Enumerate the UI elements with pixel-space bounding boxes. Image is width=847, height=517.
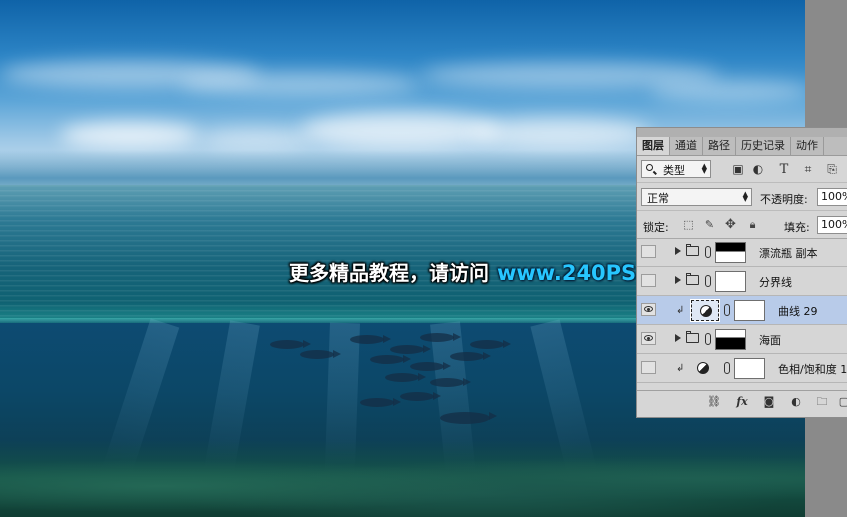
- layer-name[interactable]: 漂流瓶 副本: [759, 245, 818, 261]
- layer-name[interactable]: 曲线 29: [778, 303, 818, 319]
- tab-paths[interactable]: 路径: [703, 137, 736, 155]
- fish: [385, 373, 426, 382]
- layer-mask-thumbnail[interactable]: [734, 358, 765, 379]
- blend-row: 正常 ▲▼ 不透明度: 100%: [637, 184, 847, 211]
- blend-mode-value: 正常: [647, 192, 669, 205]
- hue-saturation-adjustment-icon: [697, 362, 709, 374]
- eye-icon: [644, 306, 653, 312]
- layer-row[interactable]: 海面: [637, 325, 847, 354]
- expand-triangle-icon[interactable]: [675, 334, 681, 342]
- fish: [270, 340, 311, 349]
- cloud: [60, 122, 200, 148]
- chain-link-icon[interactable]: [705, 246, 711, 258]
- visibility-toggle[interactable]: [641, 303, 656, 316]
- filter-kind-select[interactable]: 类型 ▲ ▼: [641, 160, 711, 178]
- chain-link-icon[interactable]: [705, 275, 711, 287]
- layer-name[interactable]: 海面: [759, 332, 781, 348]
- fish: [420, 333, 461, 342]
- lock-transparent-icon[interactable]: ⬚: [682, 218, 695, 231]
- tab-history[interactable]: 历史记录: [736, 137, 791, 155]
- lock-move-icon[interactable]: ✥: [724, 218, 737, 231]
- layer-mask-thumbnail[interactable]: [715, 242, 746, 263]
- lock-brush-icon[interactable]: ✎: [703, 218, 716, 231]
- layer-row[interactable]: 漂流瓶 副本: [637, 238, 847, 267]
- cloud: [200, 128, 310, 150]
- layer-row[interactable]: ↲ 色相/饱和度 1: [637, 354, 847, 383]
- curves-adjustment-icon: [700, 305, 712, 317]
- panel-tabs: 图层 通道 路径 历史记录 动作: [637, 137, 847, 156]
- folder-icon[interactable]: 🗀︎: [815, 395, 829, 408]
- fish: [370, 355, 411, 364]
- layer-mask-thumbnail[interactable]: [715, 329, 746, 350]
- adjustment-thumbnail[interactable]: [690, 299, 720, 322]
- visibility-toggle[interactable]: [641, 361, 656, 374]
- clipping-arrow-icon: ↲: [676, 305, 685, 316]
- fish: [400, 392, 441, 401]
- panel-grip[interactable]: [637, 128, 847, 137]
- watermark-text: 更多精品教程，请访问: [289, 261, 489, 285]
- expand-triangle-icon[interactable]: [675, 276, 681, 284]
- tab-actions[interactable]: 动作: [791, 137, 824, 155]
- fish: [430, 378, 471, 387]
- layer-name[interactable]: 色相/饱和度 1: [778, 361, 847, 377]
- smart-object-filter-icon[interactable]: ⎘: [825, 163, 839, 176]
- layer-mask-thumbnail[interactable]: [715, 271, 746, 292]
- adjustment-icon[interactable]: ◐: [789, 395, 803, 408]
- pixel-filter-icon[interactable]: ▣: [731, 163, 745, 176]
- fish: [470, 340, 511, 349]
- tab-channels[interactable]: 通道: [670, 137, 703, 155]
- layer-row[interactable]: ↲ 曲线 29: [637, 296, 847, 325]
- mask-icon[interactable]: ◙: [762, 395, 776, 408]
- shape-filter-icon[interactable]: ⌗: [801, 163, 815, 176]
- filter-row: 类型 ▲ ▼ ▣ ◐ T ⌗ ⎘: [637, 158, 847, 183]
- fx-icon[interactable]: fx: [735, 395, 749, 408]
- adjustment-filter-icon[interactable]: ◐: [751, 163, 765, 176]
- watermark: 更多精品教程，请访问 www.240PS.com: [289, 258, 693, 288]
- cloud: [180, 72, 420, 96]
- link-icon[interactable]: ⛓: [707, 395, 721, 408]
- fish: [360, 398, 401, 407]
- updown-arrows-icon: ▲ ▼: [742, 190, 748, 203]
- chain-link-icon[interactable]: [724, 362, 730, 374]
- opacity-input[interactable]: 100%: [817, 188, 847, 206]
- lock-label: 锁定:: [643, 221, 669, 234]
- chain-link-icon[interactable]: [724, 304, 730, 316]
- fish: [440, 412, 497, 424]
- fish: [300, 350, 341, 359]
- opacity-label: 不透明度:: [760, 193, 808, 206]
- folder-icon: [686, 244, 699, 256]
- fish: [410, 362, 451, 371]
- filter-kind-label: 类型: [663, 164, 685, 177]
- panel-bottom-bar: ⛓ fx ◙ ◐ 🗀︎ ▢: [637, 390, 847, 413]
- visibility-toggle[interactable]: [641, 332, 656, 345]
- layer-name[interactable]: 分界线: [759, 274, 792, 290]
- layers-panel: 图层 通道 路径 历史记录 动作 类型 ▲ ▼ ▣ ◐ T ⌗ ⎘ 正常 ▲ ▼ 不…: [636, 127, 847, 418]
- fish: [350, 335, 391, 344]
- fill-label: 填充:: [784, 221, 810, 234]
- layer-mask-thumbnail[interactable]: [734, 300, 765, 321]
- chain-link-icon[interactable]: [705, 333, 711, 345]
- lock-all-icon[interactable]: 🔒︎: [746, 218, 759, 231]
- fill-input[interactable]: 100%: [817, 216, 847, 234]
- clipping-arrow-icon: ↲: [676, 363, 685, 374]
- blend-mode-select[interactable]: 正常 ▲ ▼: [641, 188, 752, 206]
- expand-triangle-icon[interactable]: [675, 247, 681, 255]
- eye-icon: [644, 335, 653, 341]
- fish: [450, 352, 491, 361]
- type-filter-icon[interactable]: T: [777, 163, 791, 176]
- visibility-toggle[interactable]: [641, 245, 656, 258]
- layer-row[interactable]: 分界线: [637, 267, 847, 296]
- tab-layers[interactable]: 图层: [637, 137, 670, 155]
- updown-arrows-icon: ▲ ▼: [701, 162, 707, 175]
- search-icon: [646, 164, 653, 171]
- cloud: [470, 118, 650, 148]
- visibility-toggle[interactable]: [641, 274, 656, 287]
- folder-icon: [686, 273, 699, 285]
- lock-row: 锁定: ⬚ ✎ ✥ 🔒︎ 填充: 100%: [637, 212, 847, 239]
- new-layer-icon[interactable]: ▢: [837, 395, 847, 408]
- folder-icon: [686, 331, 699, 343]
- cloud: [650, 80, 805, 102]
- seabed: [0, 440, 805, 517]
- fish: [390, 345, 431, 354]
